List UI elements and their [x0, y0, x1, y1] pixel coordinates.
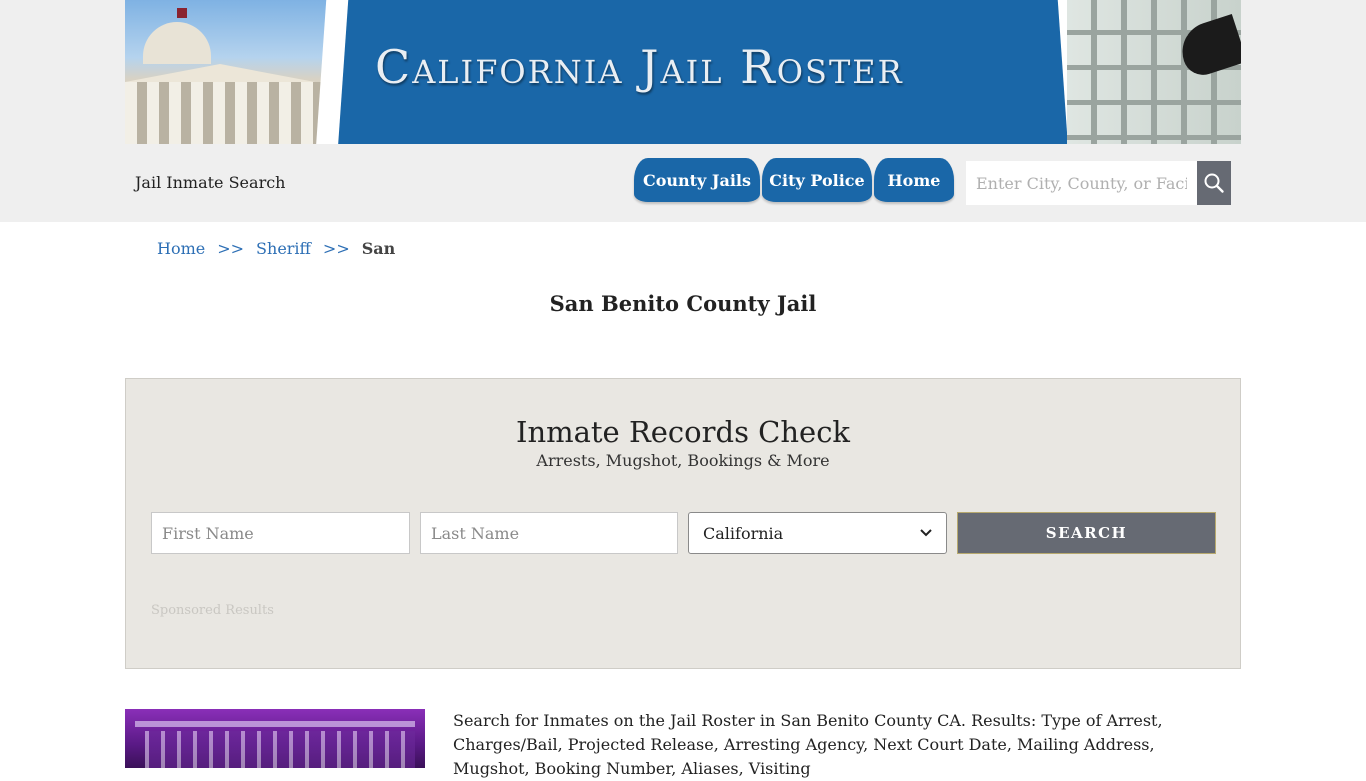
last-name-placeholder: Last Name	[431, 523, 520, 543]
site-search-input[interactable]	[966, 161, 1197, 205]
flag-icon	[177, 8, 187, 18]
main-nav: County Jails City Police Home	[634, 158, 956, 202]
site-label: Jail Inmate Search	[135, 173, 286, 192]
banner-title: California Jail Roster	[375, 40, 904, 94]
capitol-image	[125, 0, 335, 144]
header-band: California Jail Roster Jail Inmate Searc…	[0, 0, 1366, 222]
inmate-records-panel: Inmate Records Check Arrests, Mugshot, B…	[125, 378, 1241, 669]
site-search	[966, 161, 1231, 205]
breadcrumb-home[interactable]: Home	[157, 239, 205, 258]
state-select-value: California	[703, 523, 784, 543]
chevron-down-icon	[920, 529, 932, 537]
breadcrumb-current: San	[361, 239, 396, 258]
site-banner[interactable]: California Jail Roster	[125, 0, 1241, 144]
records-title: Inmate Records Check	[515, 415, 851, 449]
jail-building-photo	[125, 709, 425, 768]
nav-county-jails[interactable]: County Jails	[634, 158, 760, 202]
breadcrumb: Home >> Sheriff >> San	[157, 239, 395, 258]
capitol-columns	[125, 82, 325, 144]
first-name-field[interactable]: First Name	[151, 512, 410, 554]
breadcrumb-separator: >>	[322, 239, 350, 258]
first-name-placeholder: First Name	[162, 523, 254, 543]
building-facade	[145, 731, 415, 768]
state-select[interactable]: California	[688, 512, 947, 554]
sponsored-label: Sponsored Results	[151, 603, 274, 618]
capitol-dome	[143, 22, 211, 64]
breadcrumb-sheriff[interactable]: Sheriff	[256, 239, 311, 258]
breadcrumb-separator: >>	[217, 239, 245, 258]
nav-home[interactable]: Home	[874, 158, 954, 202]
site-search-button[interactable]	[1197, 161, 1231, 205]
nav-city-police[interactable]: City Police	[762, 158, 872, 202]
page-title: San Benito County Jail	[549, 291, 817, 316]
capitol-pediment	[125, 64, 315, 82]
last-name-field[interactable]: Last Name	[420, 512, 678, 554]
building-roof	[135, 721, 415, 727]
jail-door-image	[1067, 0, 1241, 144]
search-icon	[1204, 173, 1224, 193]
records-search-button[interactable]: SEARCH	[957, 512, 1216, 554]
jail-description: Search for Inmates on the Jail Roster in…	[453, 711, 1163, 778]
records-subtitle: Arrests, Mugshot, Bookings & More	[536, 451, 830, 470]
